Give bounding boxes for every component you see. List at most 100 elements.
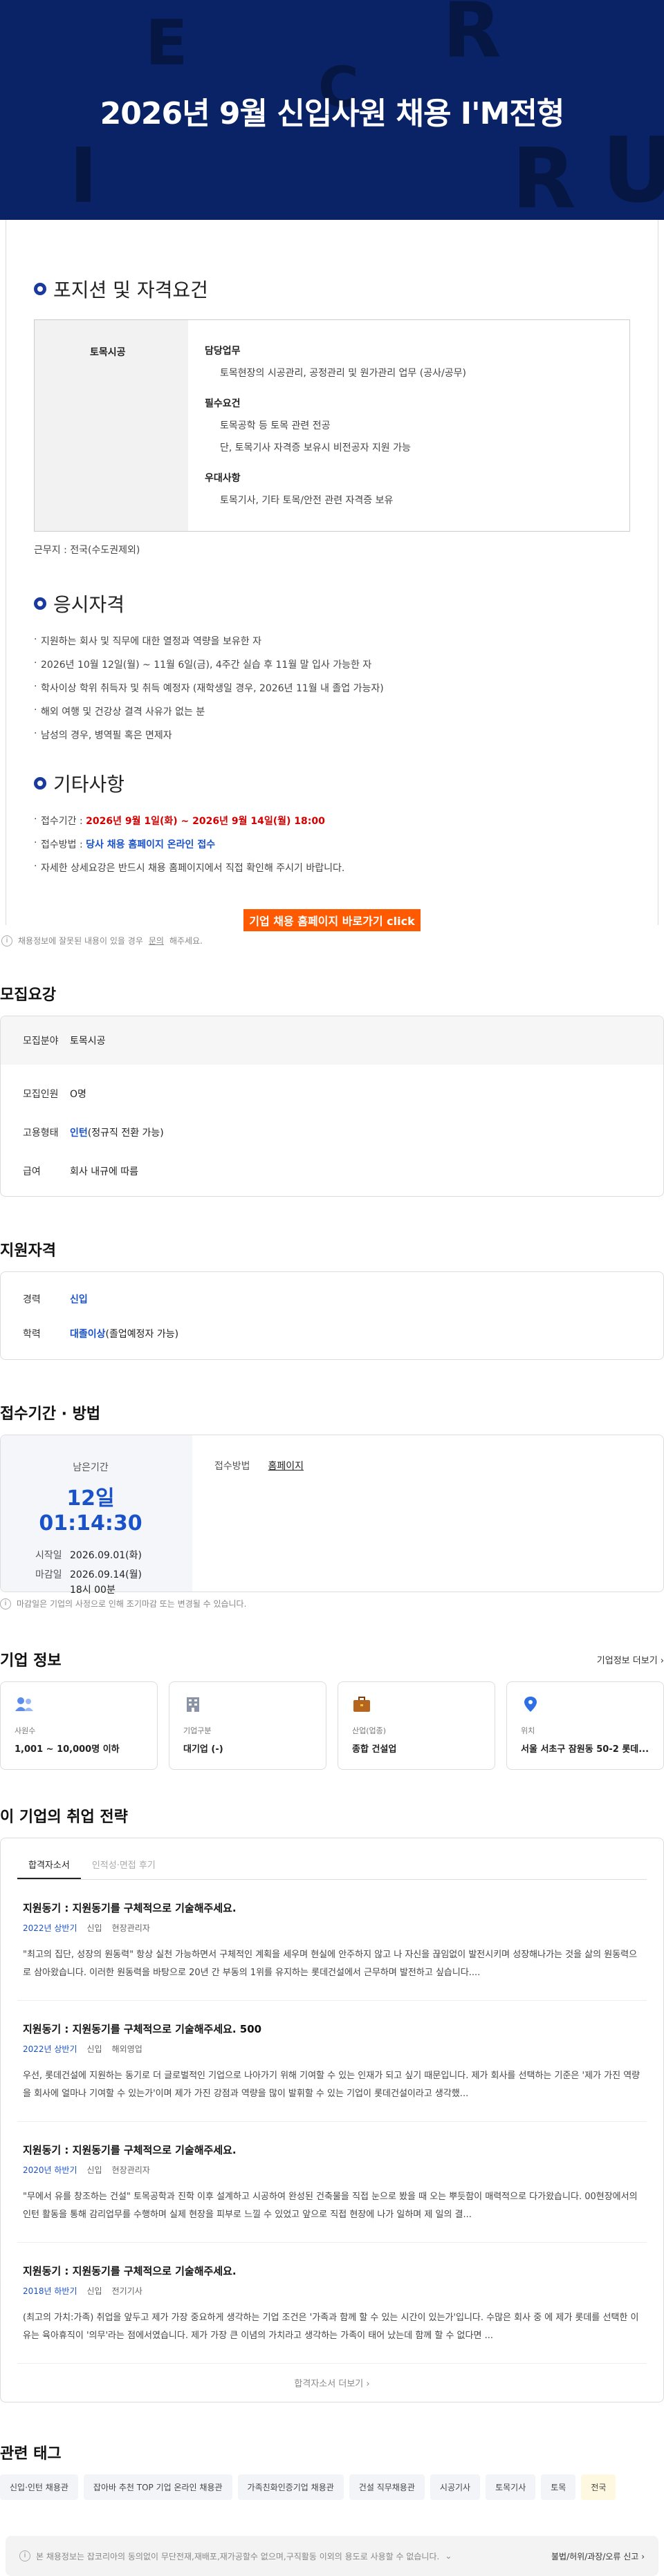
end-date-row: 마감일 2026.09.14(월): [35, 1567, 192, 1581]
copyright-text: 본 채용정보는 잡코리아의 동의없이 무단전재,재배포,재가공할수 없으며,구직…: [36, 2551, 440, 2561]
tag-item[interactable]: 토목기사: [486, 2474, 536, 2500]
essay-question: 지원동기 : 지원동기를 구체적으로 기술해주세요.: [23, 2144, 237, 2156]
recruit-row-highlight: 인턴: [70, 1128, 88, 1139]
company-card-value: 1,001 ~ 10,000명 이하: [15, 1744, 120, 1755]
position-heading: 포지션 및 자격요건: [34, 275, 630, 303]
essay-question: 지원동기 : 지원동기를 구체적으로 기술해주세요.: [23, 2265, 237, 2277]
tag-item[interactable]: 건설 직무채용관: [349, 2474, 425, 2500]
etc-period-value: 2026년 9월 1일(화) ~ 2026년 9월 14일(월) 18:00: [86, 816, 325, 827]
essay-item[interactable]: 지원동기 : 지원동기를 구체적으로 기술해주세요. 2018년 하반기 신입 전기…: [17, 2243, 647, 2364]
recruit-row-label: 모집인원: [23, 1089, 59, 1100]
essay-meta: 2022년 상반기 신입 현장관리자: [23, 1922, 641, 1934]
tag-item[interactable]: 가족친화인증기업 채용관: [237, 2474, 344, 2500]
strategy-title: 이 기업의 취업 전략: [0, 1809, 128, 1826]
start-value: 2026.09.01(화): [70, 1550, 142, 1561]
position-name: 토목시공: [35, 320, 188, 531]
chevron-right-icon: ›: [660, 1655, 664, 1666]
tag-item[interactable]: 전국: [581, 2474, 616, 2500]
end-time-row: 18시 00분: [35, 1583, 192, 1596]
info-icon: i: [0, 1598, 11, 1609]
position-heading-text: 포지션 및 자격요건: [53, 279, 208, 301]
company-card-value: 서울 서초구 잠원동 50-2 롯데...: [521, 1744, 649, 1755]
hero-bg-letter: E: [145, 7, 188, 80]
essay-body: (최고의 가치:가족) 취업을 앞두고 제가 가장 중요하게 생각하는 기업 조…: [23, 2313, 639, 2341]
required-group: 필수요건 토목공학 등 토목 관련 전공 단, 토목기사 자격증 보유시 비전공…: [205, 396, 629, 454]
qualify-card: 경력 신입 학력 대졸이상 (졸업예정자 가능): [0, 1271, 664, 1360]
essay-item[interactable]: 지원동기 : 지원동기를 구체적으로 기술해주세요. 500 2022년 상반기…: [17, 2001, 647, 2122]
tab-reviews[interactable]: 인적성·면접 후기: [81, 1851, 167, 1879]
essay-question: 지원동기 : 지원동기를 구체적으로 기술해주세요.: [23, 1902, 237, 1914]
essay-meta: 2022년 상반기 신입 해외영업: [23, 2043, 641, 2055]
copyright-bar: i 본 채용정보는 잡코리아의 동의없이 무단전재,재배포,재가공할수 없으며,…: [6, 2536, 658, 2576]
tags-section: 관련 태그 신입·인턴 채용관 잡아바 추천 TOP 기업 온라인 채용관 가족…: [0, 2441, 664, 2500]
essay-year: 2022년 상반기: [23, 1923, 77, 1933]
company-card-type: 기업구분 대기업 (-): [169, 1681, 326, 1770]
report-abuse-link[interactable]: 불법/허위/과장/오류 신고 ›: [551, 2550, 645, 2562]
company-section: 기업 정보 기업정보 더보기 › 사원수 1,001 ~ 10,000명 이하: [0, 1648, 664, 1770]
hero-banner: E R C I R U _ 2026년 9월 신입사원 채용 I'M전형: [0, 0, 664, 220]
chevron-down-icon[interactable]: ⌄: [445, 2551, 452, 2561]
recruit-row-label: 고용형태: [23, 1128, 59, 1139]
essay-meta: 2020년 하반기 신입 현장관리자: [23, 2164, 641, 2176]
essay-item[interactable]: 지원동기 : 지원동기를 구체적으로 기술해주세요. 2020년 하반기 신입 현장…: [17, 2122, 647, 2243]
report-note-pre: 채용정보에 잘못된 내용이 있을 경우: [18, 936, 143, 946]
position-table: 토목시공 담당업무 토목현장의 시공관리, 공정관리 및 원가관리 업무 (공사…: [34, 319, 630, 532]
company-card-employees: 사원수 1,001 ~ 10,000명 이하: [0, 1681, 158, 1770]
tag-item[interactable]: 토목: [541, 2474, 576, 2500]
end-time: 18시 00분: [70, 1585, 116, 1596]
company-homepage-button[interactable]: 기업 채용 홈페이지 바로가기 click: [243, 909, 421, 931]
notice-section: 포지션 및 자격요건 토목시공 담당업무 토목현장의 시공관리, 공정관리 및 …: [6, 220, 658, 931]
etc-heading-text: 기타사항: [53, 773, 125, 796]
tags-title: 관련 태그: [0, 2445, 62, 2463]
company-card-value: 종합 건설업: [352, 1744, 397, 1755]
essay-type: 신입: [86, 1923, 102, 1933]
method-homepage-link[interactable]: 홈페이지: [268, 1461, 304, 1472]
info-icon: i: [19, 2550, 30, 2561]
hero-title: 2026년 9월 신입사원 채용 I'M전형: [100, 96, 565, 131]
essay-item[interactable]: 지원동기 : 지원동기를 구체적으로 기술해주세요. 2022년 상반기 신입 현장…: [17, 1880, 647, 2001]
start-label: 시작일: [35, 1550, 62, 1561]
recruit-field-label: 모집분야: [23, 1036, 59, 1047]
company-card-industry: 산업(업종) 종합 건설업: [338, 1681, 495, 1770]
bullet-circle-icon: [34, 777, 46, 790]
eligibility-item: 해외 여행 및 건강상 결격 사유가 없는 분: [34, 704, 630, 718]
eligibility-heading-text: 응시자격: [53, 593, 125, 616]
preferred-title: 우대사항: [205, 473, 241, 484]
qualify-section: 지원자격 경력 신입 학력 대졸이상 (졸업예정자 가능): [0, 1238, 664, 1360]
qualify-row-value: (졸업예정자 가능): [105, 1329, 179, 1340]
preferred-group: 우대사항 토목기사, 기타 토목/안전 관련 자격증 보유: [205, 471, 629, 507]
tab-essays[interactable]: 합격자소서: [17, 1851, 81, 1879]
position-details: 담당업무 토목현장의 시공관리, 공정관리 및 원가관리 업무 (공사/공무) …: [188, 320, 629, 531]
essays-more-button[interactable]: 합격자소서 더보기 ›: [17, 2364, 647, 2402]
eligibility-item: 남성의 경우, 병역필 혹은 면제자: [34, 728, 630, 742]
company-card-label: 위치: [521, 1726, 535, 1735]
report-link[interactable]: 문의: [149, 935, 164, 946]
essays-more-text: 합격자소서 더보기: [294, 2379, 364, 2389]
company-card-label: 산업(업종): [352, 1726, 387, 1735]
eligibility-list: 지원하는 회사 및 직무에 대한 열정과 역량을 보유한 자 2026년 10월…: [34, 634, 630, 742]
bullet-circle-icon: [34, 283, 46, 295]
deadline-card: 남은기간 12일 01:14:30 시작일 2026.09.01(화) 마감일 20…: [0, 1435, 664, 1596]
qualify-row: 학력 대졸이상 (졸업예정자 가능): [1, 1316, 663, 1351]
tag-item[interactable]: 잡아바 추천 TOP 기업 온라인 채용관: [83, 2474, 232, 2500]
essay-question: 지원동기 : 지원동기를 구체적으로 기술해주세요. 500: [23, 2023, 262, 2035]
tag-item[interactable]: 시공기사: [430, 2474, 481, 2500]
required-line: 단, 토목기사 자격증 보유시 비전공자 지원 가능: [220, 442, 411, 454]
company-card-label: 기업구분: [183, 1726, 212, 1735]
info-icon: i: [1, 935, 12, 946]
strategy-tabs: 합격자소서 인적성·면접 후기: [17, 1851, 647, 1880]
hero-bg-letter: R: [443, 0, 501, 75]
tag-item[interactable]: 신입·인턴 채용관: [0, 2474, 78, 2500]
etc-method-label: 접수방법 :: [41, 839, 86, 850]
company-more-link[interactable]: 기업정보 더보기 ›: [597, 1653, 664, 1666]
etc-detail: 자세한 상세요강은 반드시 채용 홈페이지에서 직접 확인해 주시기 바랍니다.: [34, 861, 630, 875]
eligibility-item: 2026년 10월 12일(월) ~ 11월 6일(금), 4주간 실습 후 1…: [34, 657, 630, 671]
recruit-title: 모집요강: [0, 987, 56, 1004]
duty-line: 토목현장의 시공관리, 공정관리 및 원가관리 업무 (공사/공무): [220, 368, 466, 379]
building-icon: [187, 1697, 199, 1712]
qualify-row-label: 경력: [23, 1294, 41, 1305]
recruit-card: 모집분야 토목시공 모집인원 O명 고용형태 인턴 (정규직 전환 가능) 급여 …: [0, 1016, 664, 1197]
company-title: 기업 정보: [0, 1652, 62, 1670]
company-more-text: 기업정보 더보기: [596, 1655, 658, 1666]
company-cards: 사원수 1,001 ~ 10,000명 이하 기업구분 대기업 (-) 산업(업…: [0, 1681, 664, 1770]
